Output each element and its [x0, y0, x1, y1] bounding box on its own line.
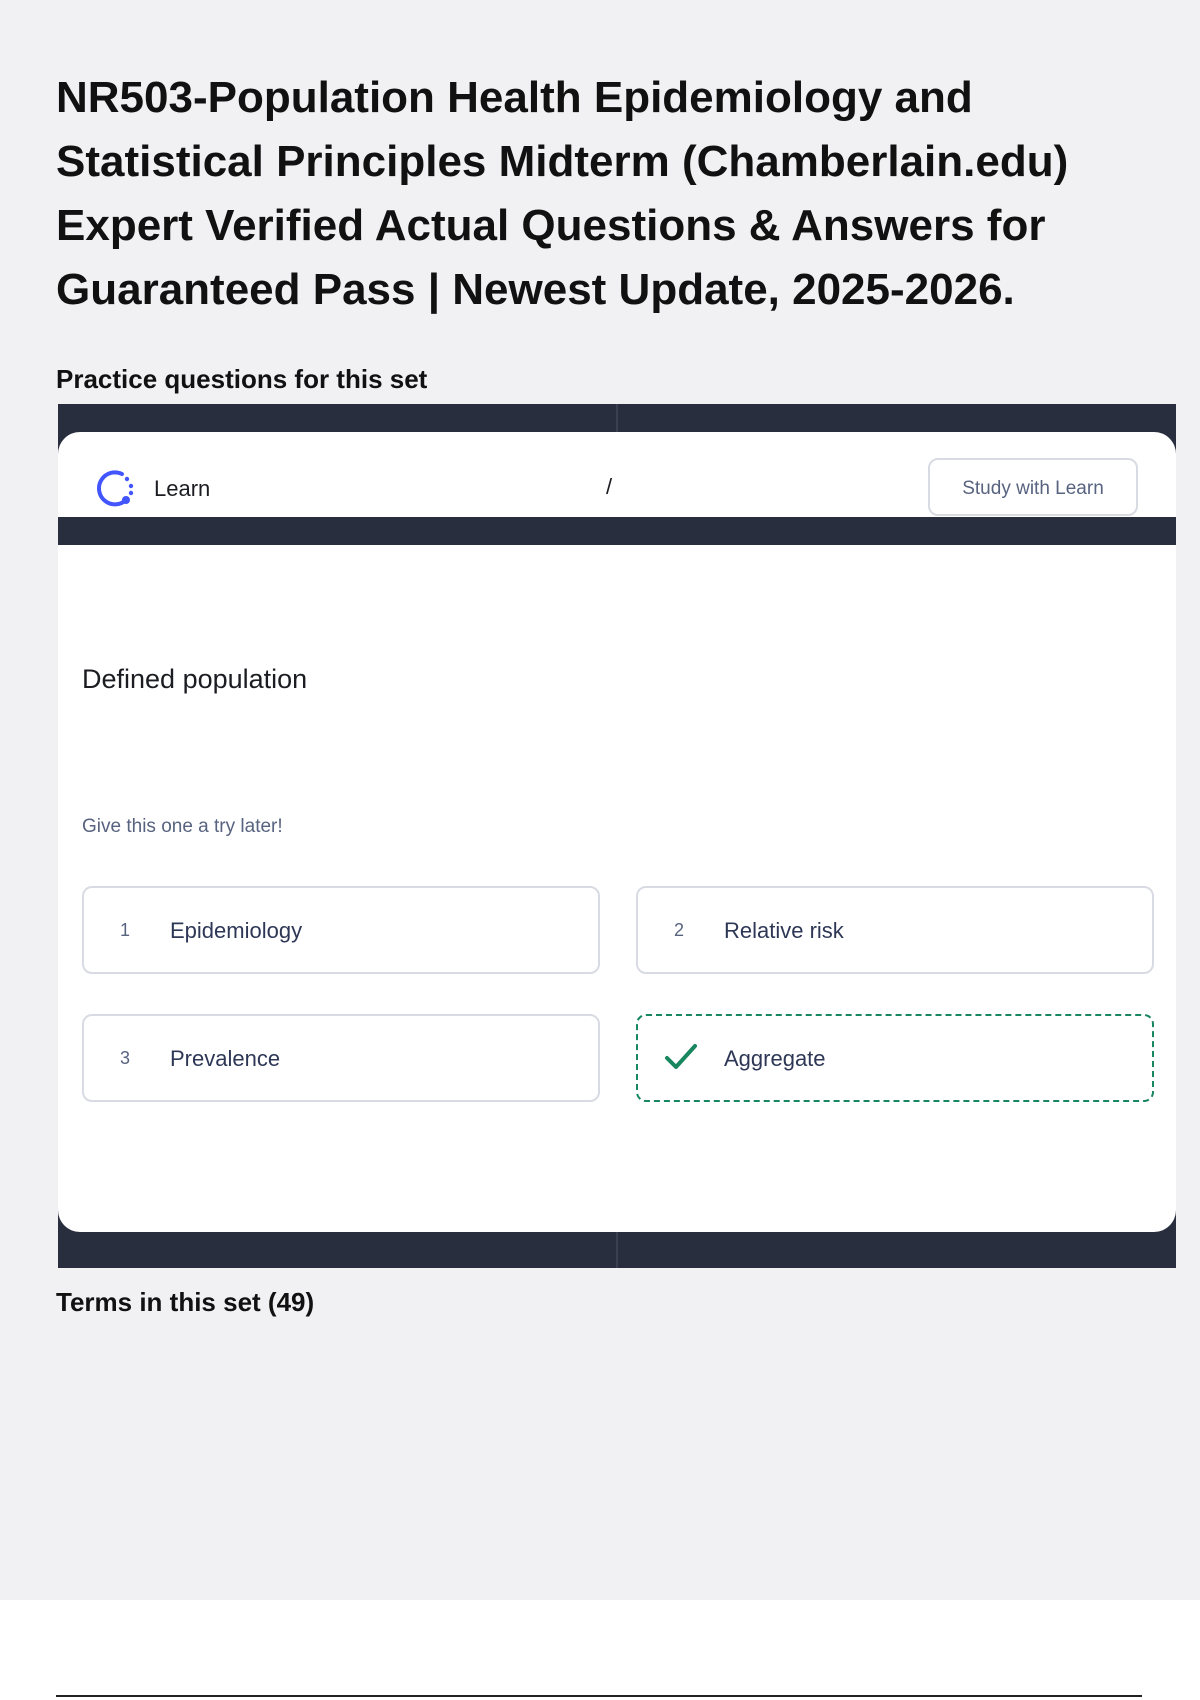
study-with-learn-button[interactable]: Study with Learn: [928, 458, 1138, 516]
option-label: Prevalence: [170, 1046, 281, 1071]
header-band: [58, 517, 1176, 545]
practice-heading: Practice questions for this set: [56, 364, 428, 394]
question-hint: Give this one a try later!: [82, 816, 283, 837]
practice-widget: Learn / Study with Learn Defined populat…: [58, 404, 1176, 1268]
page-title: NR503-Population Health Epidemiology and…: [56, 73, 1069, 314]
answer-option-3[interactable]: 3 Prevalence: [82, 1014, 600, 1102]
learn-mode-label[interactable]: Learn: [154, 476, 210, 502]
answer-option-2[interactable]: 2 Relative risk: [636, 886, 1154, 974]
question-term: Defined population: [82, 664, 308, 694]
terms-heading: Terms in this set (49): [56, 1287, 315, 1317]
check-icon: [664, 1042, 698, 1072]
option-number: 1: [120, 920, 131, 940]
answer-option-correct[interactable]: Aggregate: [636, 1014, 1154, 1102]
option-label: Aggregate: [724, 1046, 826, 1071]
question-card: Learn / Study with Learn Defined populat…: [58, 432, 1176, 1232]
footer-divider: [56, 1695, 1142, 1697]
learn-progress-icon: [96, 468, 136, 508]
option-label: Epidemiology: [170, 918, 303, 943]
card-header: Learn / Study with Learn: [58, 432, 1176, 517]
breadcrumb-separator: /: [606, 474, 613, 499]
option-number: 3: [120, 1048, 131, 1068]
option-number: 2: [674, 920, 685, 940]
answer-option-1[interactable]: 1 Epidemiology: [82, 886, 600, 974]
option-label: Relative risk: [724, 918, 844, 943]
